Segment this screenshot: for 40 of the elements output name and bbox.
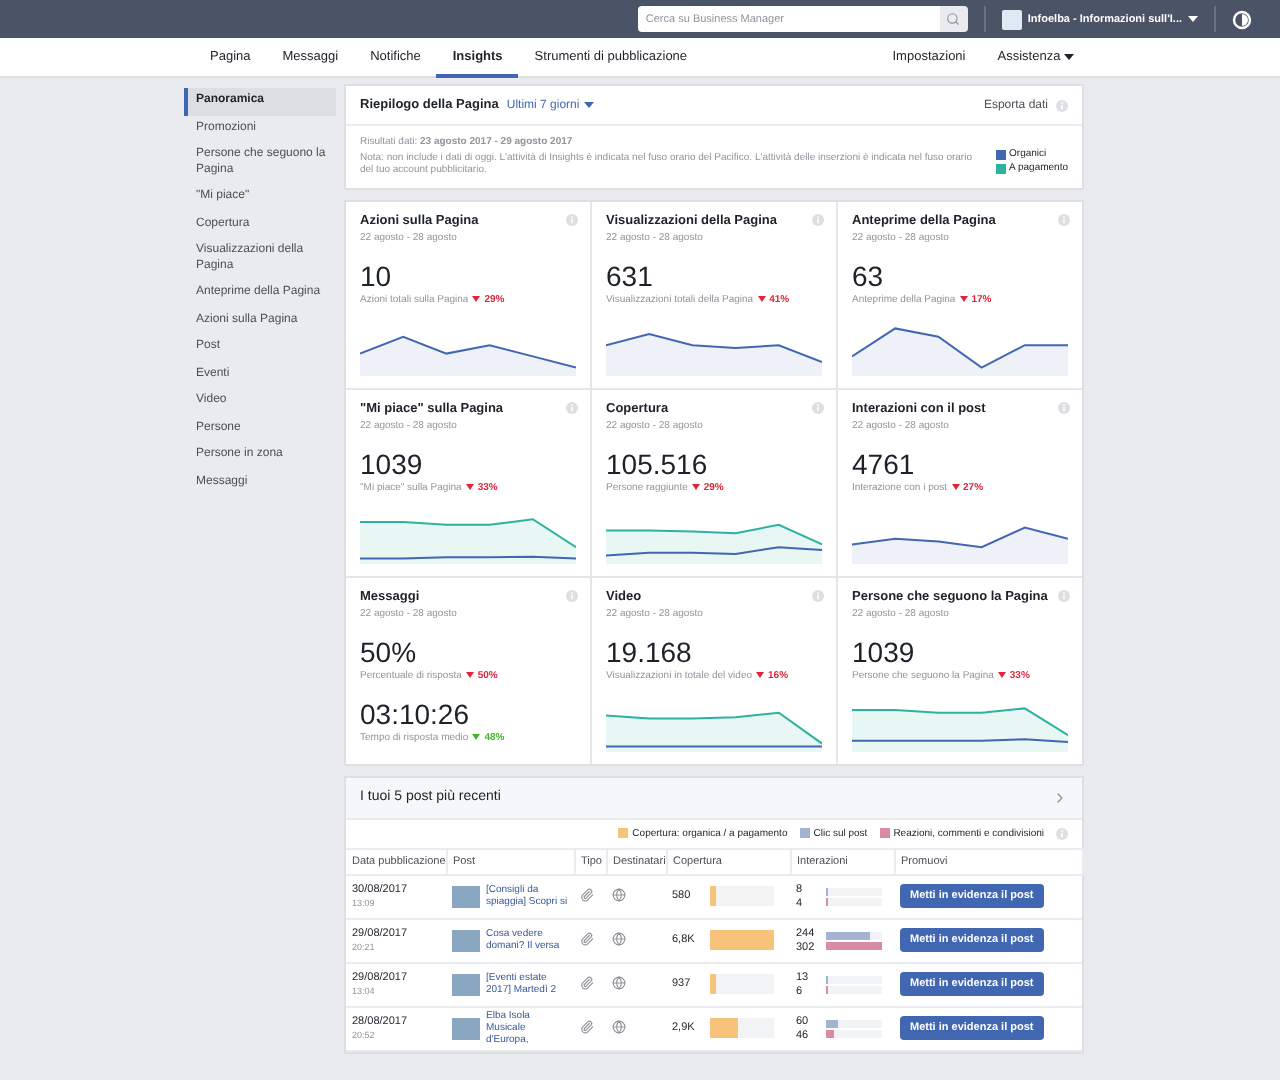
globe-icon xyxy=(612,975,626,989)
caret-icon xyxy=(583,102,594,108)
info-icon[interactable] xyxy=(812,401,824,413)
info-icon[interactable] xyxy=(1058,213,1070,225)
caret-icon xyxy=(1188,16,1198,22)
info-icon[interactable] xyxy=(1058,401,1070,413)
paperclip-icon xyxy=(580,931,594,945)
paperclip-icon xyxy=(580,887,594,901)
metric-value: 4761 xyxy=(852,447,917,479)
paperclip-icon xyxy=(580,975,594,989)
globe-icon xyxy=(612,931,626,945)
info-icon[interactable] xyxy=(1056,827,1068,839)
info-icon[interactable] xyxy=(566,589,578,601)
globe-icon xyxy=(612,887,626,901)
metric-value: 10 xyxy=(360,259,394,291)
chevron-right-icon[interactable] xyxy=(1052,789,1068,805)
metric-value: 1039 xyxy=(360,447,425,479)
metric-value: 105.516 xyxy=(606,447,710,479)
info-icon[interactable] xyxy=(1058,589,1070,601)
photo-placeholder xyxy=(452,973,480,995)
info-icon[interactable] xyxy=(566,213,578,225)
info-icon[interactable] xyxy=(812,213,824,225)
metric-value: 63 xyxy=(852,259,886,291)
metric-value: 03:10:26 xyxy=(360,697,471,729)
search-button[interactable] xyxy=(939,6,968,32)
info-icon[interactable] xyxy=(812,589,824,601)
metric-value: 1039 xyxy=(852,635,917,667)
metric-value: 50% xyxy=(360,635,419,667)
metric-value: 19.168 xyxy=(606,635,694,667)
caret-icon xyxy=(1064,53,1074,59)
photo-placeholder xyxy=(452,929,480,951)
photo-placeholder xyxy=(452,885,480,907)
search-icon xyxy=(946,12,961,26)
page-avatar xyxy=(1001,9,1022,29)
photo-placeholder xyxy=(452,1017,480,1039)
globe-icon xyxy=(612,1019,626,1033)
paperclip-icon xyxy=(580,1019,594,1033)
metric-value: 631 xyxy=(606,259,655,291)
info-icon[interactable] xyxy=(1056,99,1068,111)
info-icon[interactable] xyxy=(566,401,578,413)
